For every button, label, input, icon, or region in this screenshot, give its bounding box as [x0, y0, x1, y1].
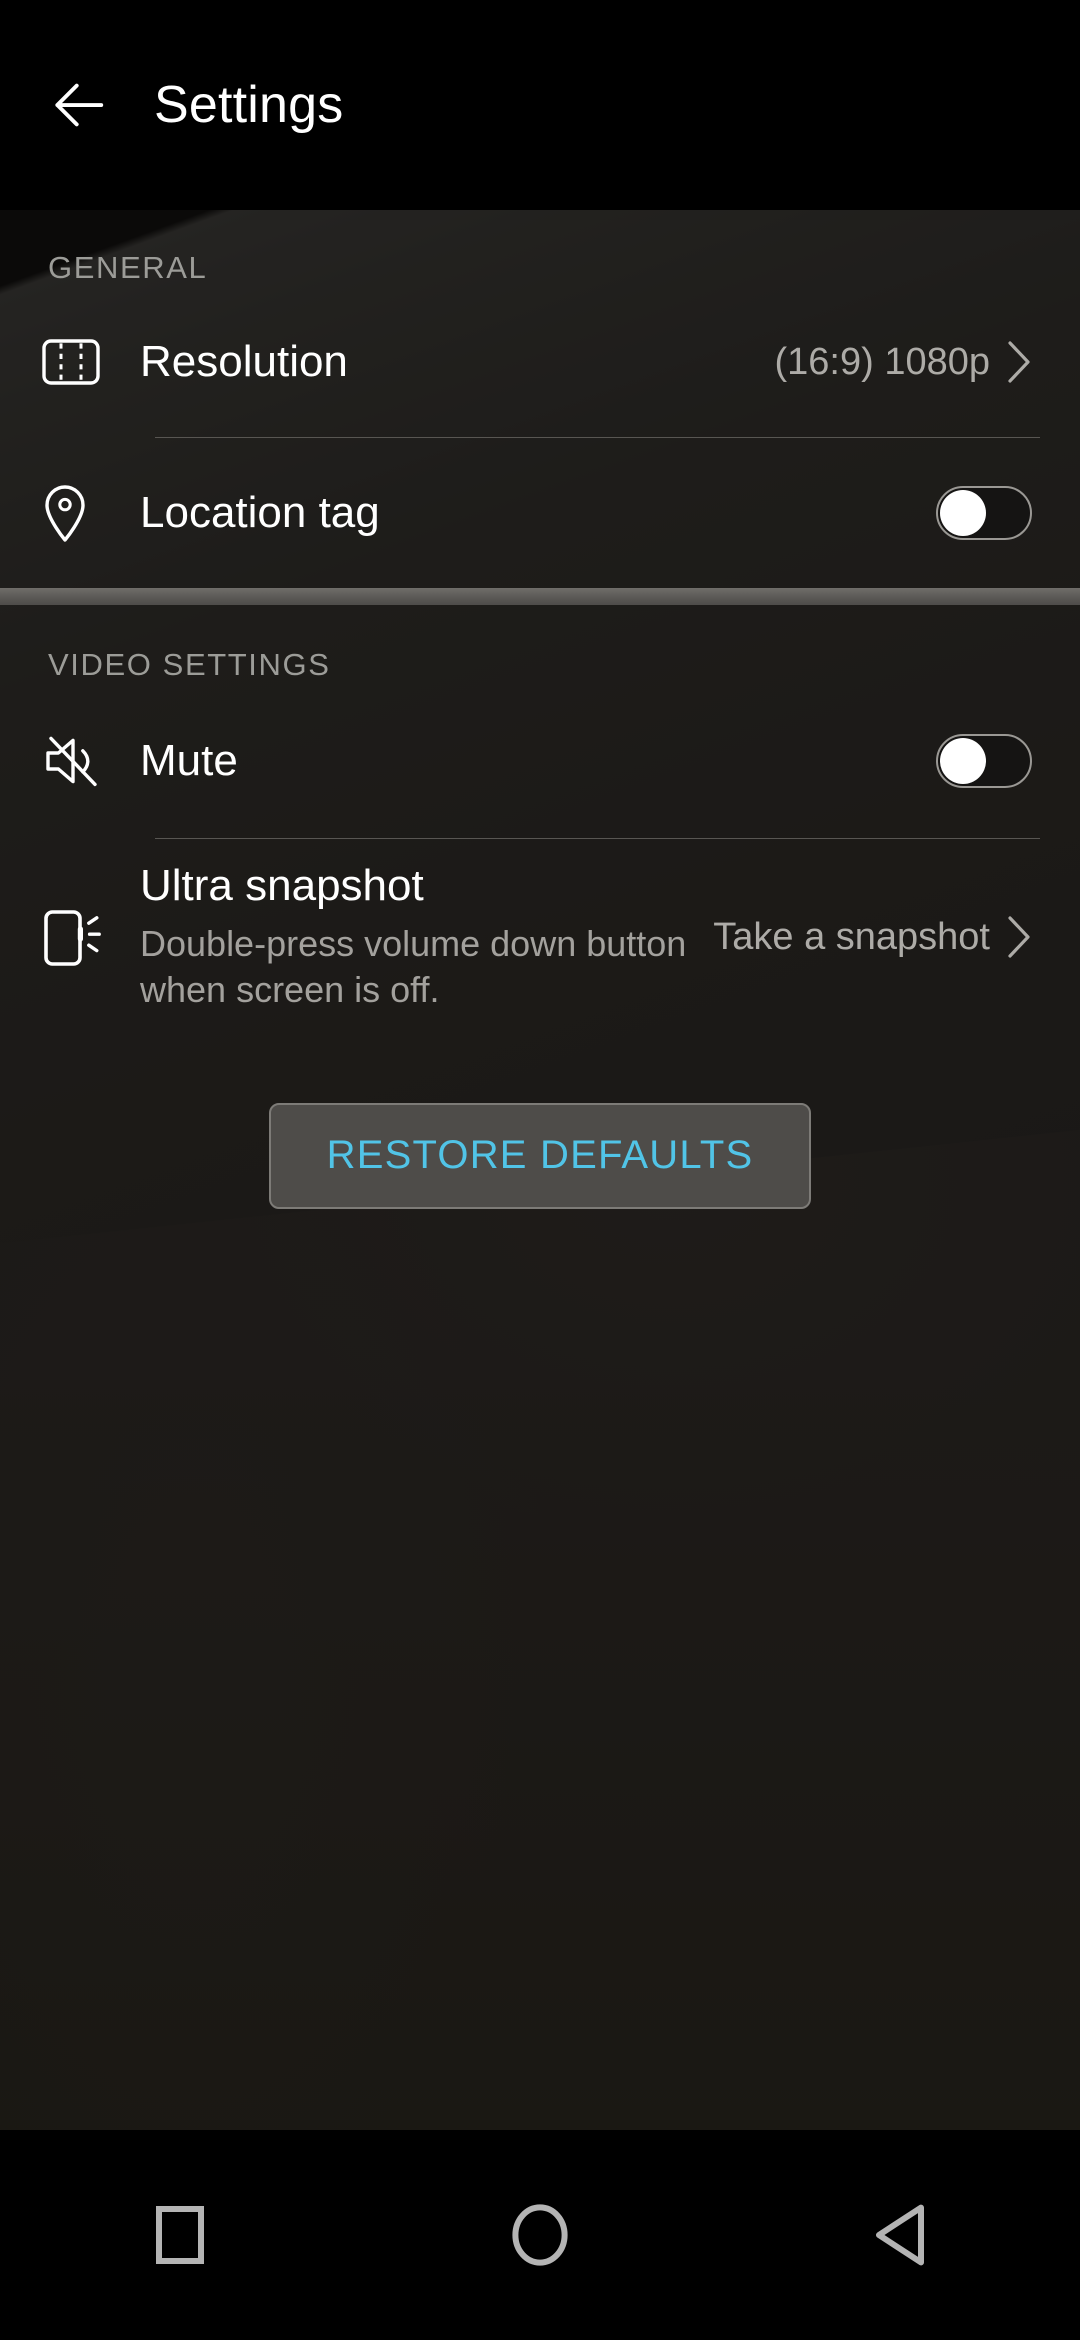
- row-mute-icon-slot: [42, 734, 140, 788]
- spacer-top: [0, 210, 1080, 250]
- row-ultra-snapshot-subtitle: Double-press volume down button when scr…: [140, 922, 687, 1010]
- row-ultra-snapshot-value: Take a snapshot: [713, 915, 990, 958]
- section-header-video-settings: VIDEO SETTINGS: [48, 647, 331, 682]
- film-strip-icon: [42, 339, 100, 385]
- location-tag-toggle-knob: [940, 490, 986, 536]
- restore-defaults-button[interactable]: RESTORE DEFAULTS: [268, 1103, 812, 1209]
- row-resolution-value: (16:9) 1080p: [774, 340, 991, 383]
- nav-home-button[interactable]: [460, 2155, 620, 2315]
- phone-screen: Settings GENERAL Resolution (16:9) 1080p…: [0, 0, 1080, 2340]
- spacer-video: [0, 605, 1080, 647]
- row-resolution-icon-slot: [42, 339, 140, 385]
- row-ultra-snapshot[interactable]: Ultra snapshot Double-press volume down …: [0, 839, 1080, 1035]
- section-separator-bar: [0, 588, 1080, 605]
- row-ultra-snapshot-icon-slot: [42, 904, 140, 970]
- mute-toggle[interactable]: [936, 734, 1032, 788]
- mute-toggle-knob: [940, 738, 986, 784]
- row-location-tag-main: Location tag: [140, 488, 936, 537]
- row-resolution-main: Resolution: [140, 337, 775, 386]
- location-tag-toggle[interactable]: [936, 486, 1032, 540]
- row-mute-right: [936, 734, 1032, 788]
- settings-content: GENERAL Resolution (16:9) 1080p Location…: [0, 210, 1080, 2130]
- row-ultra-snapshot-title: Ultra snapshot: [140, 861, 424, 911]
- row-location-tag-icon-slot: [42, 484, 140, 542]
- row-location-tag-title: Location tag: [140, 488, 380, 538]
- speaker-mute-icon: [46, 736, 97, 787]
- system-navigation-bar: [0, 2130, 1080, 2340]
- square-icon: [156, 2206, 204, 2264]
- row-mute-title: Mute: [140, 736, 238, 786]
- row-resolution-right: (16:9) 1080p: [775, 340, 1033, 384]
- row-resolution[interactable]: Resolution (16:9) 1080p: [0, 286, 1080, 438]
- row-ultra-snapshot-main: Ultra snapshot Double-press volume down …: [140, 861, 713, 1012]
- app-bar: Settings: [0, 0, 1080, 210]
- circle-icon: [512, 2204, 568, 2266]
- arrow-left-icon: [55, 83, 104, 127]
- row-location-tag-right: [936, 486, 1032, 540]
- row-mute-main: Mute: [140, 736, 936, 785]
- row-resolution-title: Resolution: [140, 337, 348, 387]
- row-mute[interactable]: Mute: [0, 683, 1080, 839]
- nav-back-button[interactable]: [820, 2155, 980, 2315]
- page-title: Settings: [154, 76, 344, 134]
- chevron-right-icon: [1008, 916, 1030, 958]
- back-button[interactable]: [18, 45, 138, 165]
- phone-snapshot-icon: [44, 910, 101, 966]
- nav-recents-button[interactable]: [100, 2155, 260, 2315]
- section-header-general: GENERAL: [48, 250, 208, 285]
- row-ultra-snapshot-right: Take a snapshot: [713, 915, 1032, 959]
- triangle-left-icon: [876, 2204, 924, 2266]
- location-pin-icon: [45, 485, 85, 542]
- section-video-rows: Mute Ultra snapshot Double-press volume …: [0, 683, 1080, 1035]
- restore-defaults-wrapper: RESTORE DEFAULTS: [0, 1103, 1080, 1209]
- row-location-tag[interactable]: Location tag: [0, 438, 1080, 588]
- chevron-right-icon: [1008, 341, 1030, 383]
- section-general-rows: Resolution (16:9) 1080p Location tag: [0, 286, 1080, 588]
